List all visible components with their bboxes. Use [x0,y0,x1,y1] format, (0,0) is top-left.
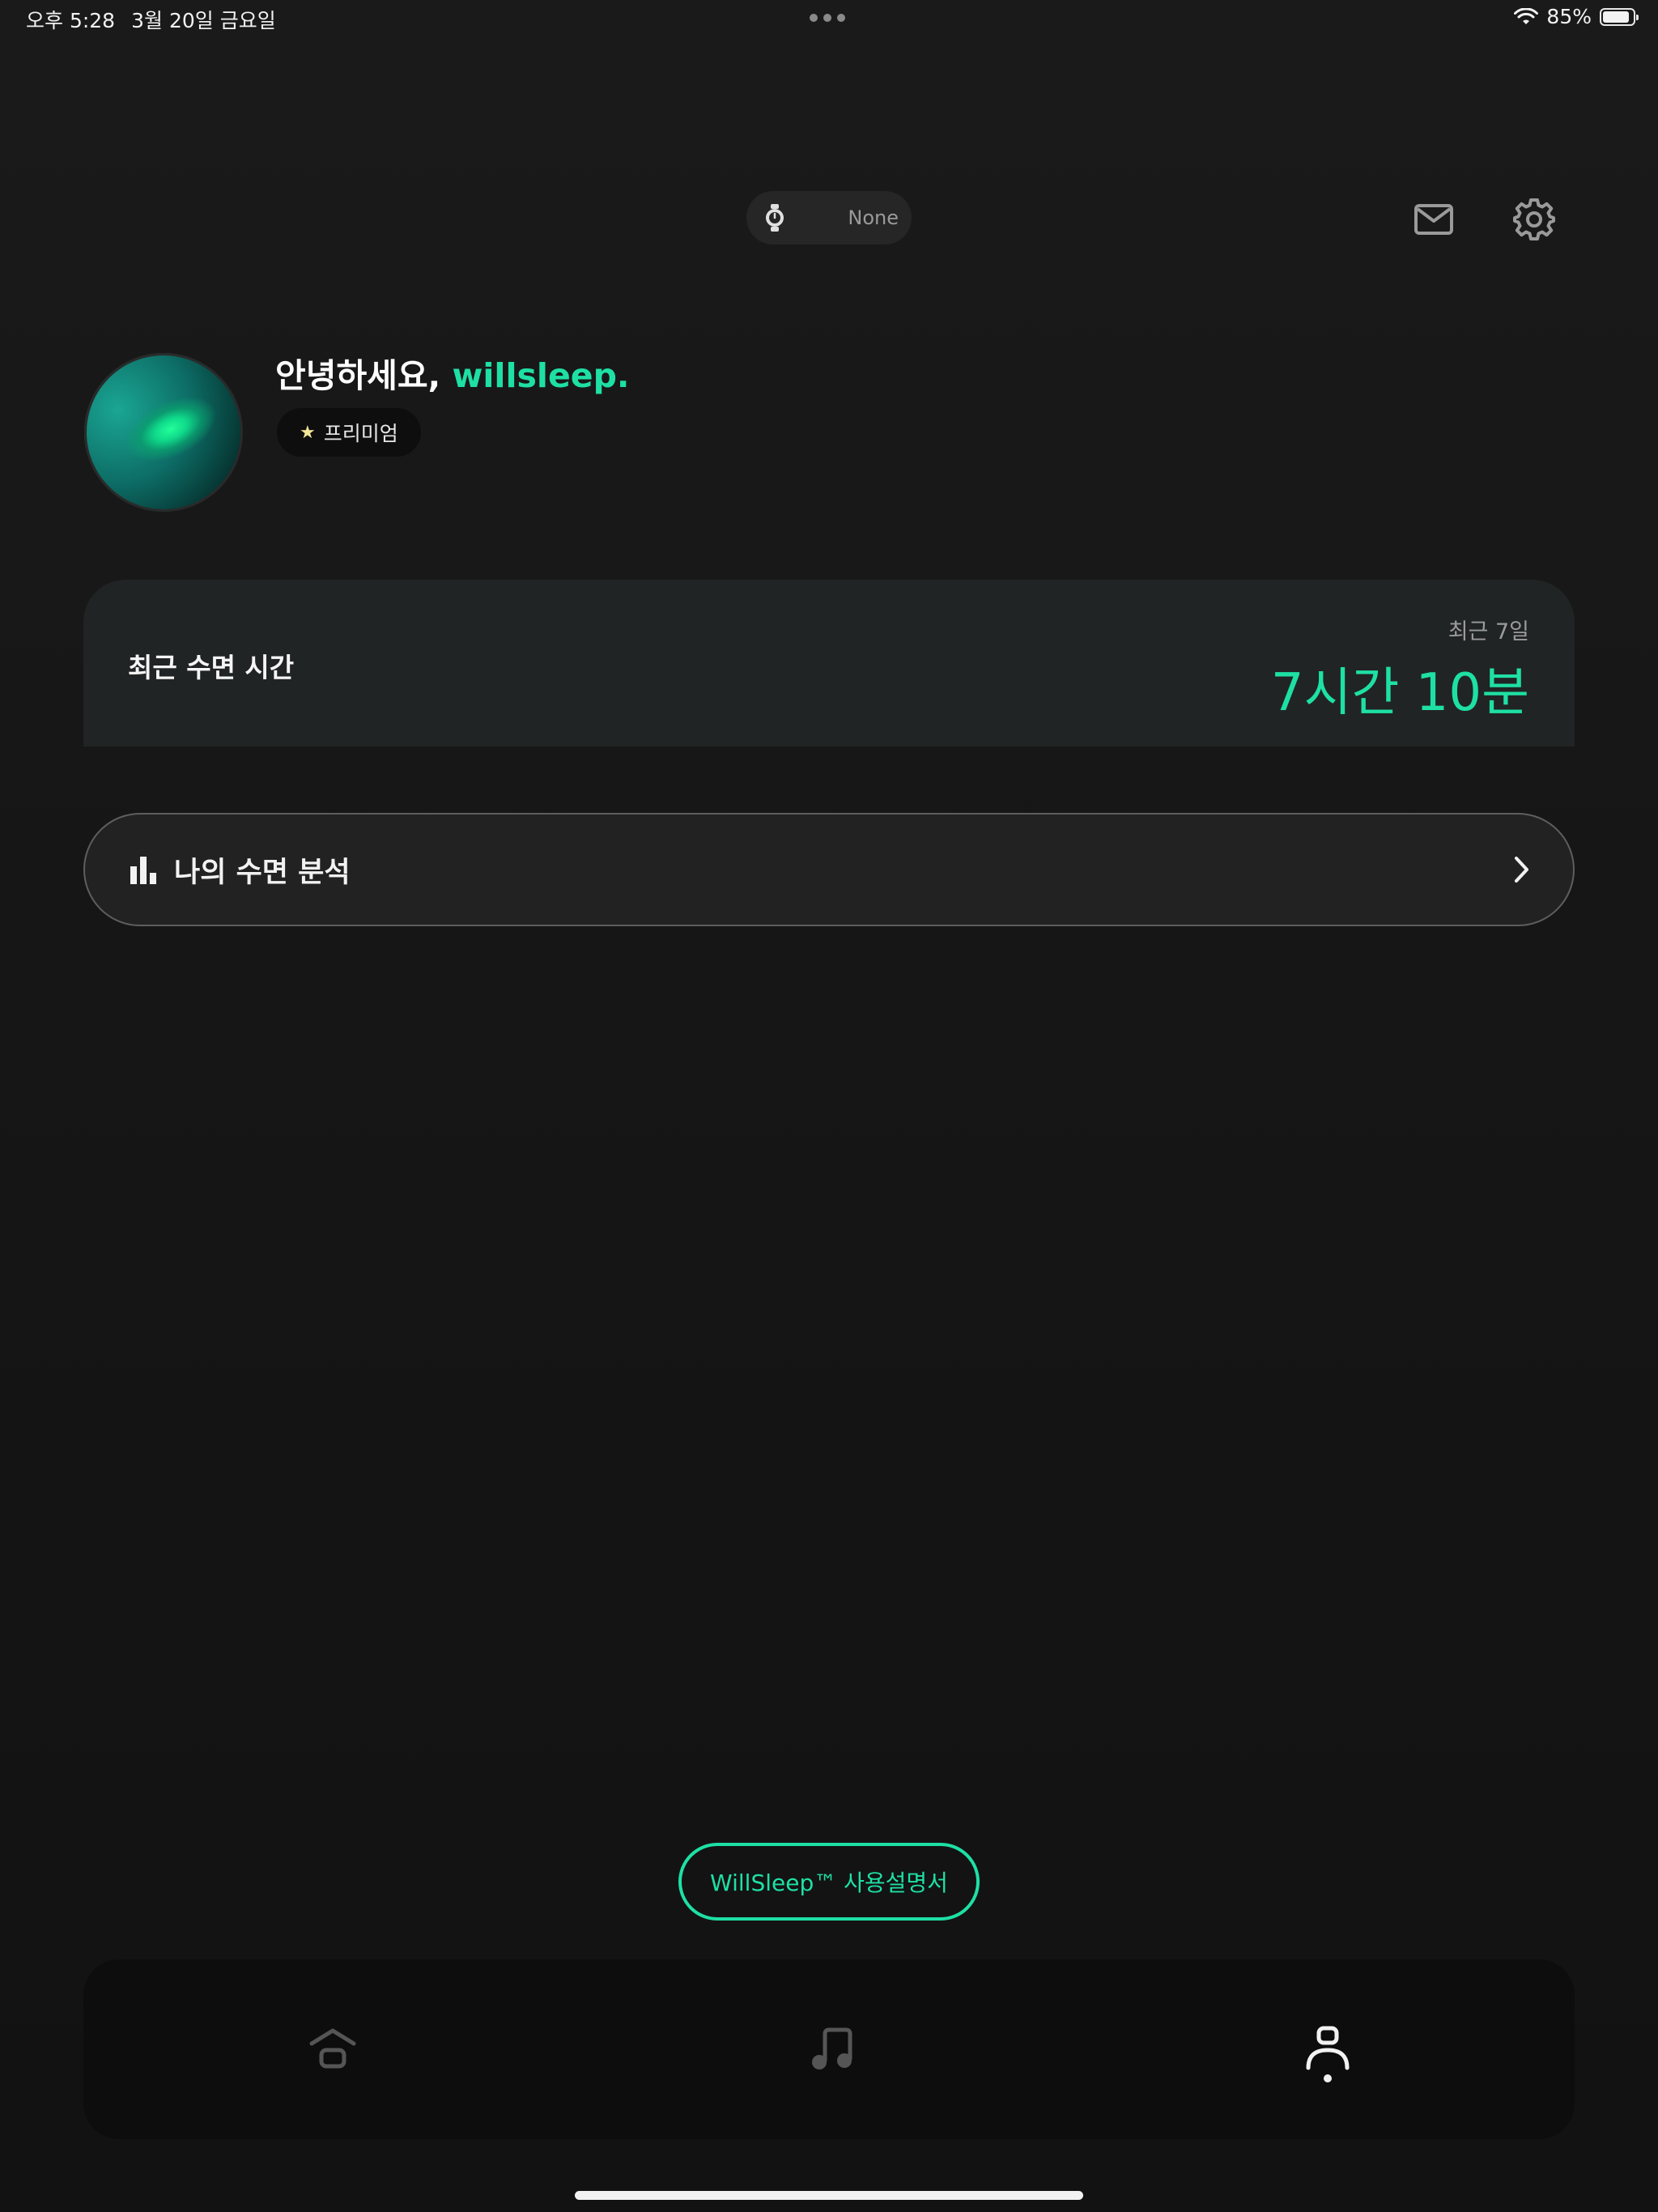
settings-button[interactable] [1506,191,1562,248]
greeting-text: 안녕하세요, [275,356,453,395]
tab-profile[interactable] [1295,2016,1360,2081]
tab-home[interactable] [300,2016,365,2081]
sleep-analysis-label: 나의 수면 분석 [174,856,351,889]
recent-sleep-value: 7시간 10분 [1270,663,1529,723]
premium-badge-label: 프리미엄 [323,422,398,445]
device-selector[interactable]: None [746,191,912,245]
recent-sleep-period: 최근 7일 [1448,619,1529,644]
multitasking-dots[interactable] [810,14,845,22]
status-date: 3월 20일 금요일 [131,9,276,32]
avatar[interactable] [57,326,270,538]
user-manual-button[interactable]: WillSleep™ 사용설명서 [678,1843,980,1921]
premium-badge: ★ 프리미엄 [277,408,421,457]
music-note-icon [812,2027,852,2069]
status-bar-right: 85% [1514,5,1639,28]
status-bar-left: 오후 5:28 3월 20일 금요일 [26,5,276,34]
battery-percent: 85% [1546,5,1592,28]
greeting: 안녕하세요, willsleep. [275,348,630,397]
gear-icon [1513,198,1555,240]
star-icon: ★ [300,422,316,443]
mail-button[interactable] [1405,191,1462,248]
bar-chart-icon [130,857,156,884]
battery-icon [1600,7,1639,26]
chevron-right-icon [1515,857,1528,883]
watch-icon [766,204,784,232]
recent-sleep-title: 최근 수면 시간 [128,652,295,683]
device-label: None [848,206,899,229]
sleep-analysis-button[interactable]: 나의 수면 분석 [83,813,1575,926]
wifi-icon [1514,7,1539,24]
tab-bar [83,1959,1575,2139]
recent-sleep-card: 최근 수면 시간 최근 7일 7시간 10분 [83,580,1575,747]
tab-music[interactable] [802,2016,867,2081]
active-tab-indicator [1324,2074,1332,2082]
person-icon [1306,2026,1350,2070]
mail-icon [1414,204,1453,235]
home-icon [309,2028,356,2069]
status-time: 오후 5:28 [26,9,116,32]
home-indicator[interactable] [575,2191,1083,2200]
username: willsleep. [452,356,630,395]
